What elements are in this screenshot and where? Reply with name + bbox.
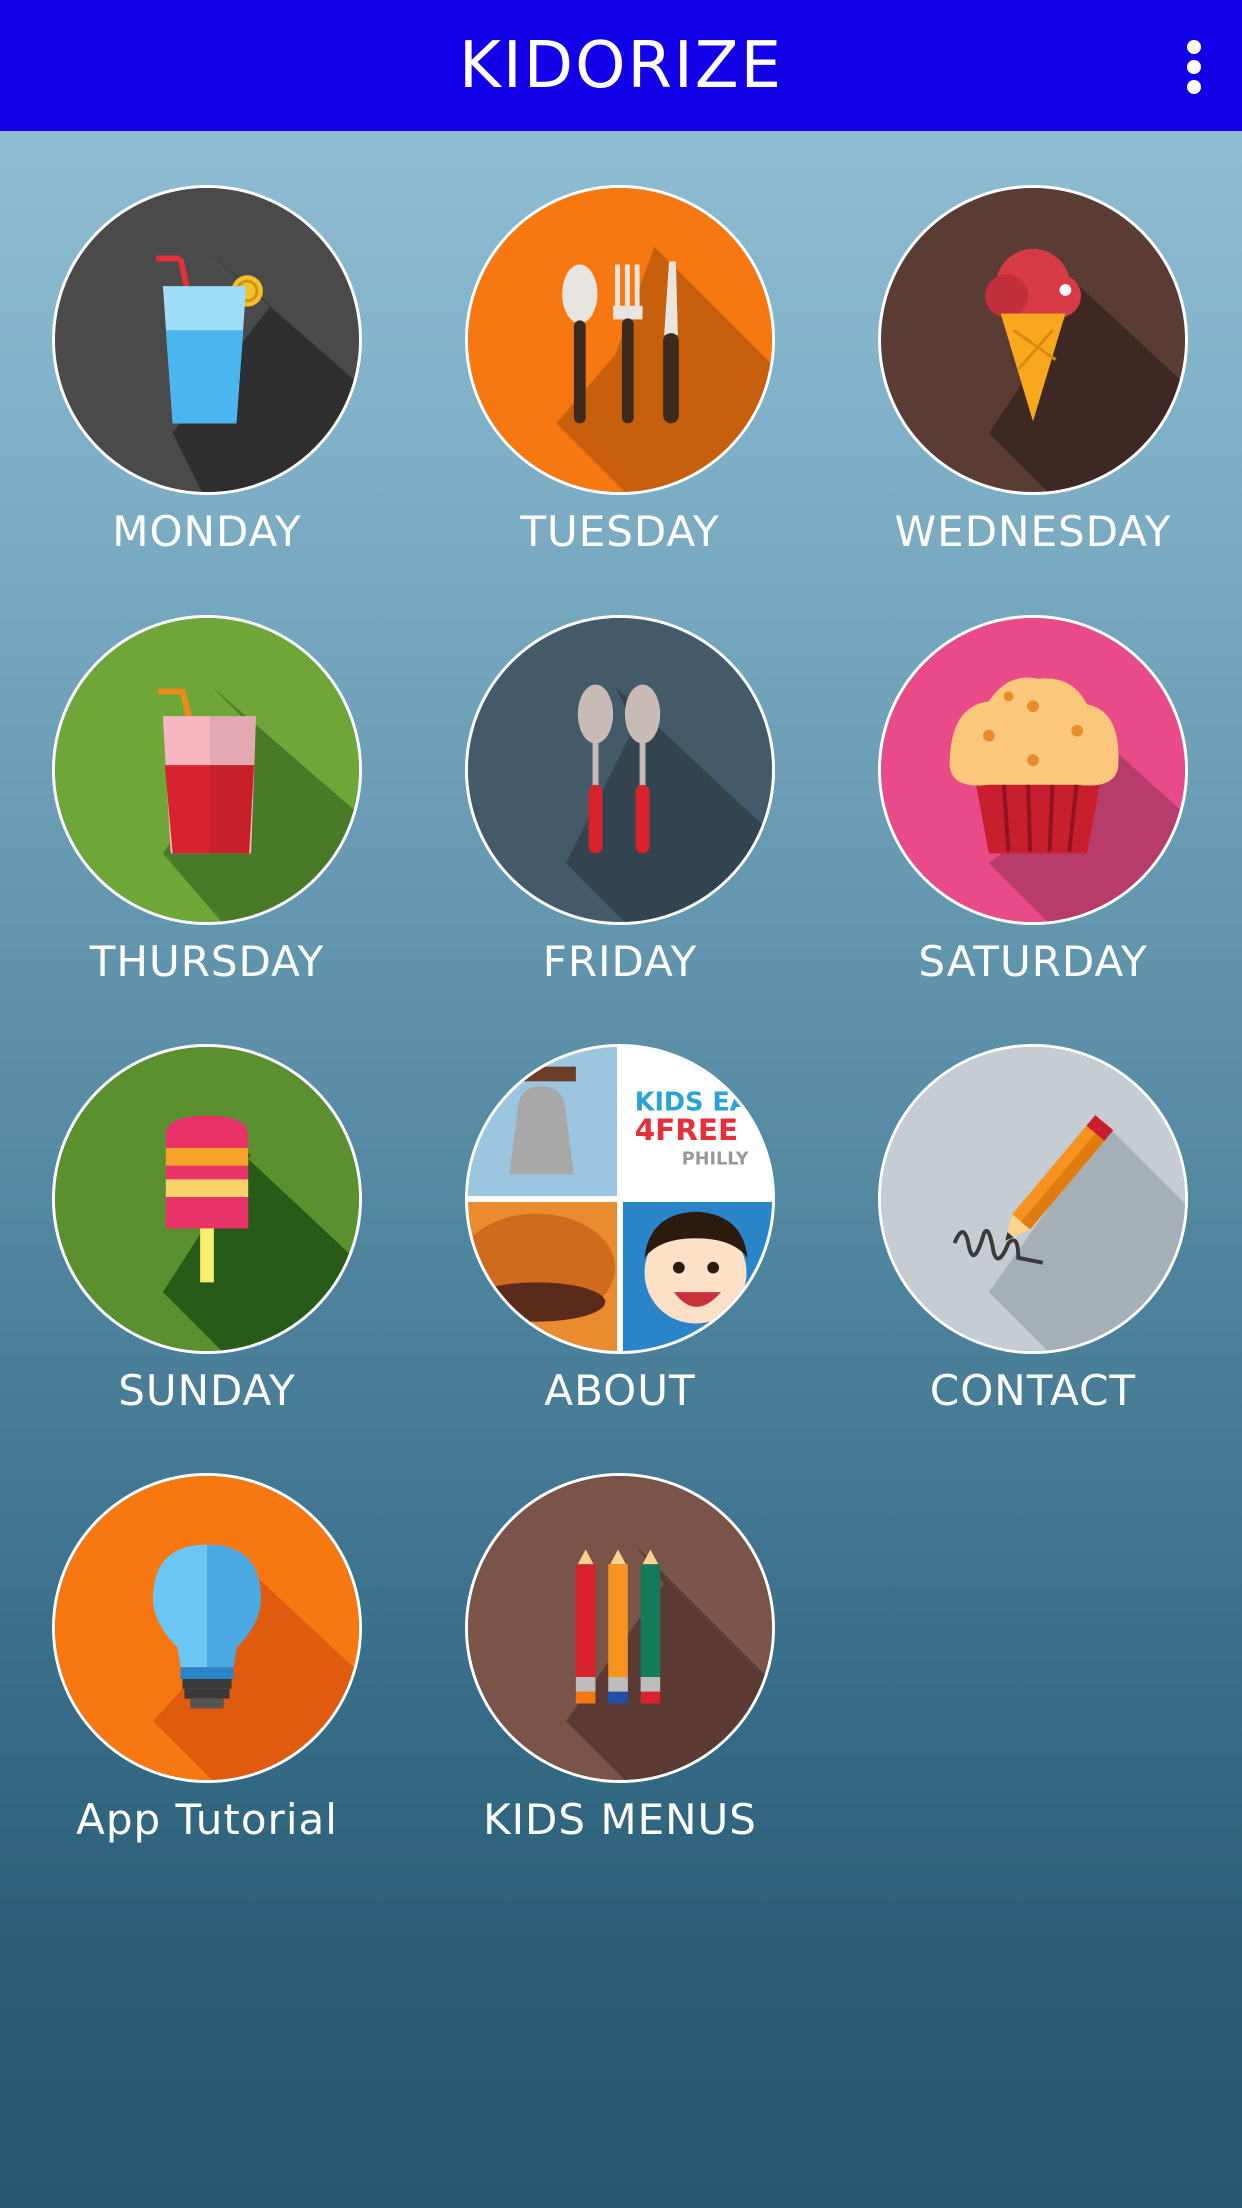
tile-label: TUESDAY [520,507,720,556]
tile-tuesday[interactable]: TUESDAY [455,185,785,585]
tile-contact[interactable]: CONTACT [868,1044,1198,1444]
overflow-dot [1187,80,1201,94]
tile-label: FRIDAY [542,937,698,986]
tile-label: SUNDAY [118,1366,296,1415]
pencil-signature-icon [878,1044,1188,1354]
tile-sunday[interactable]: SUNDAY [42,1044,372,1444]
tile-thursday[interactable]: THURSDAY [42,615,372,1015]
overflow-dot [1187,60,1201,74]
app-bar: KIDORIZE [0,0,1242,131]
ice-cream-cone-icon [878,185,1188,495]
spoons-icon [465,615,775,925]
muffin-icon [878,615,1188,925]
app-title: KIDORIZE [458,28,784,103]
tile-label: App Tutorial [76,1795,338,1844]
popsicle-icon [52,1044,362,1354]
tile-label: SATURDAY [918,937,1148,986]
lightbulb-icon [52,1473,362,1783]
tile-label: KIDS MENUS [483,1795,757,1844]
tile-app-tutorial[interactable]: App Tutorial [42,1473,372,1873]
utensils-icon [465,185,775,495]
colored-pencils-icon [465,1473,775,1783]
tile-monday[interactable]: MONDAY [42,185,372,585]
tile-friday[interactable]: FRIDAY [455,615,785,1015]
tile-saturday[interactable]: SATURDAY [868,615,1198,1015]
tile-wednesday[interactable]: WEDNESDAY [868,185,1198,585]
tile-label: MONDAY [112,507,302,556]
tile-label: THURSDAY [89,937,325,986]
soda-cup-icon [52,615,362,925]
about-collage-image: KIDS EAT 4FREE PHILLY [465,1044,775,1354]
tile-kids-menus[interactable]: KIDS MENUS [455,1473,785,1873]
more-vert-icon[interactable] [1164,22,1224,112]
drink-cup-icon [52,185,362,495]
tile-label: ABOUT [544,1366,696,1415]
tile-label: CONTACT [929,1366,1137,1415]
about-image-text-2: 4FREE [635,1113,738,1147]
overflow-dot [1187,40,1201,54]
tile-label: WEDNESDAY [894,507,1172,556]
tile-about[interactable]: KIDS EAT 4FREE PHILLY ABOUT [455,1044,785,1444]
about-image-text-3: PHILLY [682,1150,749,1170]
